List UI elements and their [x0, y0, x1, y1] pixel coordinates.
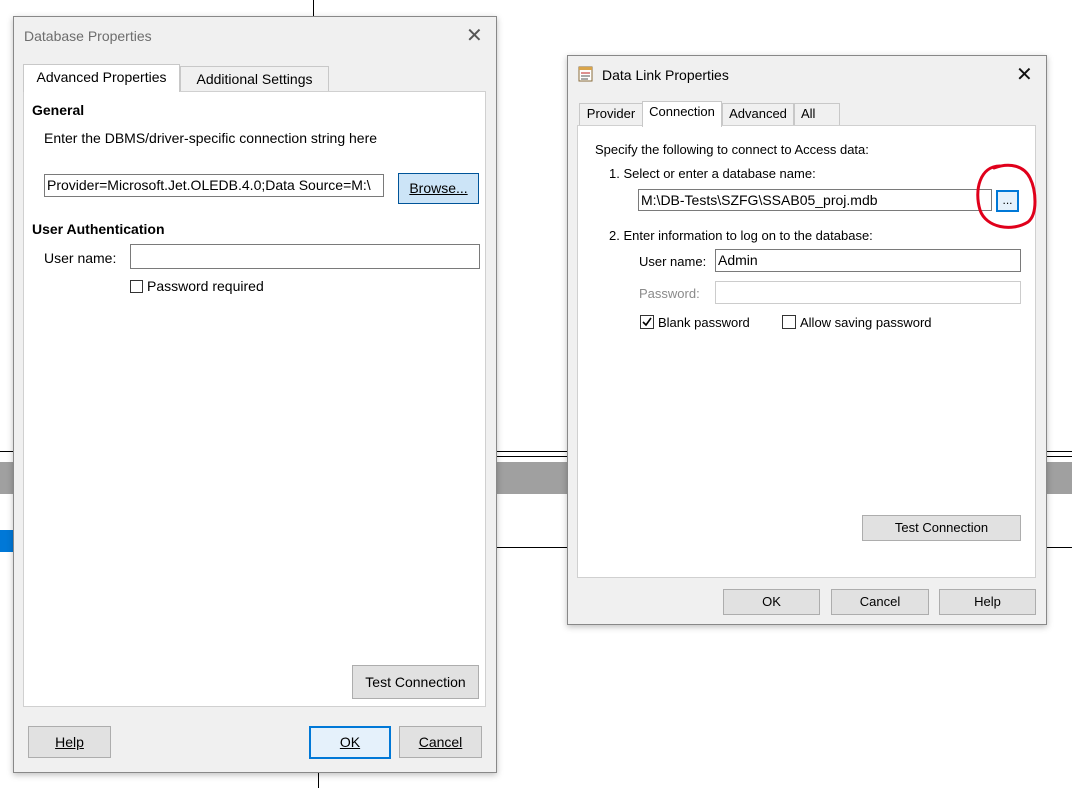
background-line — [1047, 451, 1072, 452]
user-name-input[interactable]: Admin — [715, 249, 1021, 272]
ok-button[interactable]: OK — [723, 589, 820, 615]
user-authentication-heading: User Authentication — [32, 221, 165, 237]
tab-panel: General Enter the DBMS/driver-specific c… — [23, 91, 486, 707]
password-input[interactable] — [715, 281, 1021, 304]
allow-saving-password-checkbox[interactable] — [782, 315, 796, 329]
dialog-title: Database Properties — [24, 28, 152, 44]
background-band — [0, 462, 13, 494]
user-name-value: Admin — [718, 252, 758, 268]
step1-label: 1. Select or enter a database name: — [609, 166, 816, 181]
tab-advanced[interactable]: Advanced — [722, 103, 794, 125]
tab-provider[interactable]: Provider — [579, 103, 643, 125]
tab-connection[interactable]: Connection — [642, 101, 722, 127]
cancel-label: Cancel — [418, 734, 463, 750]
background-line — [497, 547, 567, 548]
database-name-input[interactable]: M:\DB-Tests\SZFG\SSAB05_proj.mdb — [638, 189, 992, 211]
browse-button[interactable]: Browse... — [398, 173, 479, 204]
close-icon: ✕ — [1016, 64, 1033, 86]
cancel-label: Cancel — [859, 594, 901, 609]
tab-label: Connection — [649, 104, 715, 119]
database-properties-dialog: Database Properties ✕ Advanced Propertie… — [13, 16, 497, 773]
general-heading: General — [32, 102, 85, 118]
background-line — [0, 451, 13, 452]
intro-text: Specify the following to connect to Acce… — [595, 142, 869, 157]
password-required-label: Password required — [147, 278, 264, 294]
connection-string-value: Provider=Microsoft.Jet.OLEDB.4.0;Data So… — [47, 177, 371, 193]
step2-label: 2. Enter information to log on to the da… — [609, 228, 873, 243]
background-band — [1047, 462, 1072, 494]
help-label: Help — [55, 734, 84, 750]
close-button[interactable]: ✕ — [466, 26, 483, 46]
test-connection-label: Test Connection — [894, 520, 989, 535]
browse-label: Browse... — [409, 180, 468, 196]
help-button[interactable]: Help — [939, 589, 1036, 615]
tab-panel: Specify the following to connect to Acce… — [577, 125, 1036, 578]
tab-label: Provider — [586, 106, 636, 121]
tab-advanced-properties[interactable]: Advanced Properties — [23, 64, 180, 92]
tab-all[interactable]: All — [794, 103, 840, 125]
checkmark-icon — [642, 317, 652, 327]
ok-button[interactable]: OK — [309, 726, 391, 759]
background-highlight — [0, 530, 13, 552]
password-required-checkbox[interactable] — [130, 280, 143, 293]
test-connection-button[interactable]: Test Connection — [352, 665, 479, 699]
cancel-button[interactable]: Cancel — [831, 589, 929, 615]
blank-password-label: Blank password — [658, 315, 750, 330]
background-band — [497, 462, 567, 494]
user-name-label: User name: — [639, 254, 707, 269]
close-button[interactable]: ✕ — [1016, 65, 1033, 85]
connection-string-input[interactable]: Provider=Microsoft.Jet.OLEDB.4.0;Data So… — [44, 174, 384, 197]
connection-string-label: Enter the DBMS/driver-specific connectio… — [44, 130, 378, 146]
dialog-title: Data Link Properties — [602, 67, 729, 83]
background-line — [497, 451, 567, 452]
test-connection-label: Test Connection — [365, 674, 466, 690]
background-line — [497, 456, 567, 457]
annotation-circle — [976, 163, 1037, 229]
data-link-properties-dialog: Data Link Properties ✕ Provider Connecti… — [567, 55, 1047, 625]
blank-password-checkbox[interactable] — [640, 315, 654, 329]
ok-label: OK — [339, 734, 361, 750]
user-name-input[interactable] — [130, 244, 480, 269]
background-line — [1047, 547, 1072, 548]
tab-label: Additional Settings — [196, 71, 313, 87]
cancel-button[interactable]: Cancel — [399, 726, 482, 758]
background-line — [1047, 456, 1072, 457]
background-divider — [313, 0, 314, 16]
database-name-value: M:\DB-Tests\SZFG\SSAB05_proj.mdb — [641, 192, 878, 208]
tab-label: Advanced — [729, 106, 787, 121]
test-connection-button[interactable]: Test Connection — [862, 515, 1021, 541]
background-divider — [318, 773, 319, 788]
password-label: Password: — [639, 286, 700, 301]
tab-additional-settings[interactable]: Additional Settings — [180, 66, 329, 91]
user-name-label: User name: — [44, 250, 117, 266]
tab-label: All — [801, 106, 816, 121]
ok-label: OK — [762, 594, 781, 609]
tab-label: Advanced Properties — [36, 69, 167, 85]
database-icon — [577, 65, 595, 83]
help-label: Help — [974, 594, 1001, 609]
help-button[interactable]: Help — [28, 726, 111, 758]
allow-saving-password-label: Allow saving password — [800, 315, 932, 330]
close-icon: ✕ — [466, 25, 483, 47]
